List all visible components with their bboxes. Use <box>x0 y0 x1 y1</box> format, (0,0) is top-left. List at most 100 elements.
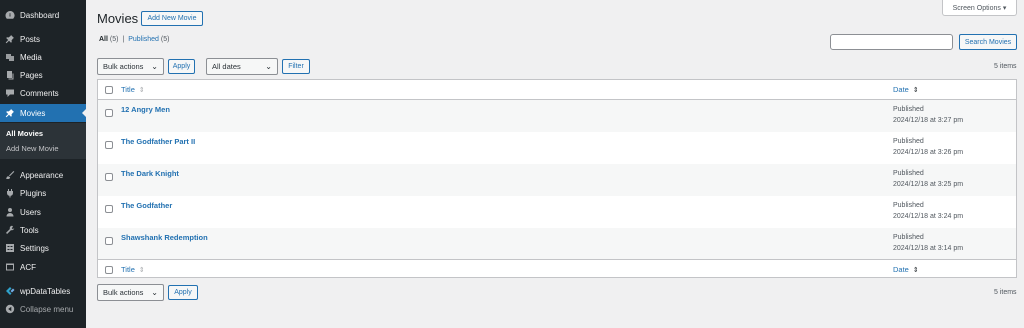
row-checkbox[interactable] <box>105 141 113 149</box>
menu-item-acf[interactable]: ACF <box>0 258 86 276</box>
menu-label: Comments <box>20 88 59 98</box>
column-title-sort-footer[interactable]: Title ⇕ <box>121 265 145 274</box>
pin-icon <box>0 108 20 118</box>
screen-options-button[interactable]: Screen Options ▾ <box>942 0 1017 16</box>
row-title-link[interactable]: The Godfather <box>121 201 172 210</box>
row-checkbox[interactable] <box>105 173 113 181</box>
menu-item-plugins[interactable]: Plugins <box>0 184 86 202</box>
search-input[interactable] <box>830 34 953 50</box>
search-movies-button[interactable]: Search Movies <box>959 34 1017 50</box>
menu-item-movies[interactable]: Movies <box>0 104 86 122</box>
filter-button[interactable]: Filter <box>282 59 310 74</box>
menu-item-media[interactable]: Media <box>0 48 86 66</box>
menu-item-settings[interactable]: Settings <box>0 239 86 257</box>
wpdatatables-icon <box>0 286 20 296</box>
menu-item-appearance[interactable]: Appearance <box>0 166 86 184</box>
chevron-down-icon: ⌄ <box>151 288 158 297</box>
menu-item-tools[interactable]: Tools <box>0 221 86 239</box>
column-date-sort-footer[interactable]: Date ⇕ <box>893 265 919 274</box>
table-row: The Godfather Published 2024/12/18 at 3:… <box>98 196 1016 228</box>
menu-label: ACF <box>20 262 36 272</box>
menu-item-posts[interactable]: Posts <box>0 30 86 48</box>
sort-icon: ⇕ <box>912 86 919 94</box>
row-status: Published <box>893 202 924 209</box>
column-title-sort[interactable]: Title ⇕ <box>121 85 145 94</box>
select-all-checkbox-footer[interactable] <box>105 266 113 274</box>
column-date-label: Date <box>893 265 909 274</box>
row-datetime: 2024/12/18 at 3:14 pm <box>893 245 964 252</box>
dates-value: All dates <box>212 62 241 71</box>
menu-label: Movies <box>20 108 46 118</box>
movies-table: Title ⇕ Date ⇕ 12 Angry Men Published 20… <box>97 79 1017 278</box>
row-datetime: 2024/12/18 at 3:27 pm <box>893 117 964 124</box>
menu-label: Dashboard <box>20 10 60 20</box>
row-title-link[interactable]: The Dark Knight <box>121 169 179 178</box>
menu-item-users[interactable]: Users <box>0 203 86 221</box>
row-datetime: 2024/12/18 at 3:26 pm <box>893 149 964 156</box>
row-title-link[interactable]: Shawshank Redemption <box>121 233 208 242</box>
row-title-link[interactable]: The Godfather Part II <box>121 137 195 146</box>
row-checkbox[interactable] <box>105 237 113 245</box>
bulk-actions-value: Bulk actions <box>103 288 144 297</box>
brush-icon <box>0 170 20 180</box>
menu-label: Posts <box>20 34 41 44</box>
menu-label: Media <box>20 52 42 62</box>
column-title-label: Title <box>121 265 135 274</box>
collapse-icon <box>0 304 20 314</box>
sort-icon: ⇕ <box>138 86 145 94</box>
column-date-sort[interactable]: Date ⇕ <box>893 85 919 94</box>
sort-icon: ⇕ <box>912 266 919 274</box>
admin-sidebar: Dashboard Posts Media Pages Comments Mov… <box>0 0 86 328</box>
row-checkbox[interactable] <box>105 205 113 213</box>
comments-icon <box>0 88 20 98</box>
menu-label: Pages <box>20 70 43 80</box>
row-title-link[interactable]: 12 Angry Men <box>121 105 170 114</box>
row-datetime: 2024/12/18 at 3:24 pm <box>893 213 964 220</box>
filter-all-link[interactable]: All <box>99 36 108 43</box>
row-status: Published <box>893 170 924 177</box>
apply-button-top[interactable]: Apply <box>168 59 195 74</box>
apply-button-bottom[interactable]: Apply <box>168 285 198 300</box>
row-checkbox[interactable] <box>105 109 113 117</box>
wrench-icon <box>0 225 20 235</box>
movies-submenu: All Movies Add New Movie <box>0 123 86 159</box>
pages-icon <box>0 70 20 80</box>
bulk-actions-select-bottom[interactable]: Bulk actions ⌄ <box>97 284 164 301</box>
menu-label: wpDataTables <box>20 286 71 296</box>
chevron-down-icon: ⌄ <box>265 62 272 71</box>
column-date-label: Date <box>893 85 909 94</box>
filter-published-link[interactable]: Published <box>128 36 159 43</box>
page-title: Movies <box>97 11 139 26</box>
add-new-movie-button[interactable]: Add New Movie <box>141 11 203 26</box>
table-header: Title ⇕ Date ⇕ <box>98 80 1016 100</box>
select-all-checkbox[interactable] <box>105 86 113 94</box>
table-row: The Dark Knight Published 2024/12/18 at … <box>98 164 1016 196</box>
column-title-label: Title <box>121 85 135 94</box>
table-row: 12 Angry Men Published 2024/12/18 at 3:2… <box>98 100 1016 132</box>
bulk-actions-select-top[interactable]: Bulk actions ⌄ <box>97 58 164 75</box>
row-status: Published <box>893 234 924 241</box>
filter-separator: | <box>122 36 125 43</box>
menu-item-dashboard[interactable]: Dashboard <box>0 6 86 24</box>
submenu-add-new-movie[interactable]: Add New Movie <box>6 144 59 153</box>
table-row: Shawshank Redemption Published 2024/12/1… <box>98 228 1016 260</box>
row-status: Published <box>893 106 924 113</box>
table-row: The Godfather Part II Published 2024/12/… <box>98 132 1016 164</box>
menu-item-wpdatatables[interactable]: wpDataTables <box>0 282 86 300</box>
collapse-menu-button[interactable]: Collapse menu <box>0 300 86 318</box>
sort-icon: ⇕ <box>138 266 145 274</box>
filter-published-count: (5) <box>160 36 170 43</box>
menu-label: Tools <box>20 225 39 235</box>
dashboard-icon <box>0 10 20 20</box>
dates-select[interactable]: All dates ⌄ <box>206 58 278 75</box>
user-icon <box>0 207 20 217</box>
status-filters: All (5) | Published (5) <box>99 36 169 43</box>
chevron-down-icon: ⌄ <box>151 62 158 71</box>
media-icon <box>0 52 20 62</box>
items-count-bottom: 5 items <box>994 289 1017 296</box>
menu-item-comments[interactable]: Comments <box>0 84 86 102</box>
menu-item-pages[interactable]: Pages <box>0 66 86 84</box>
submenu-all-movies[interactable]: All Movies <box>6 129 43 138</box>
table-footer: Title ⇕ Date ⇕ <box>98 259 1016 279</box>
settings-icon <box>0 243 20 253</box>
